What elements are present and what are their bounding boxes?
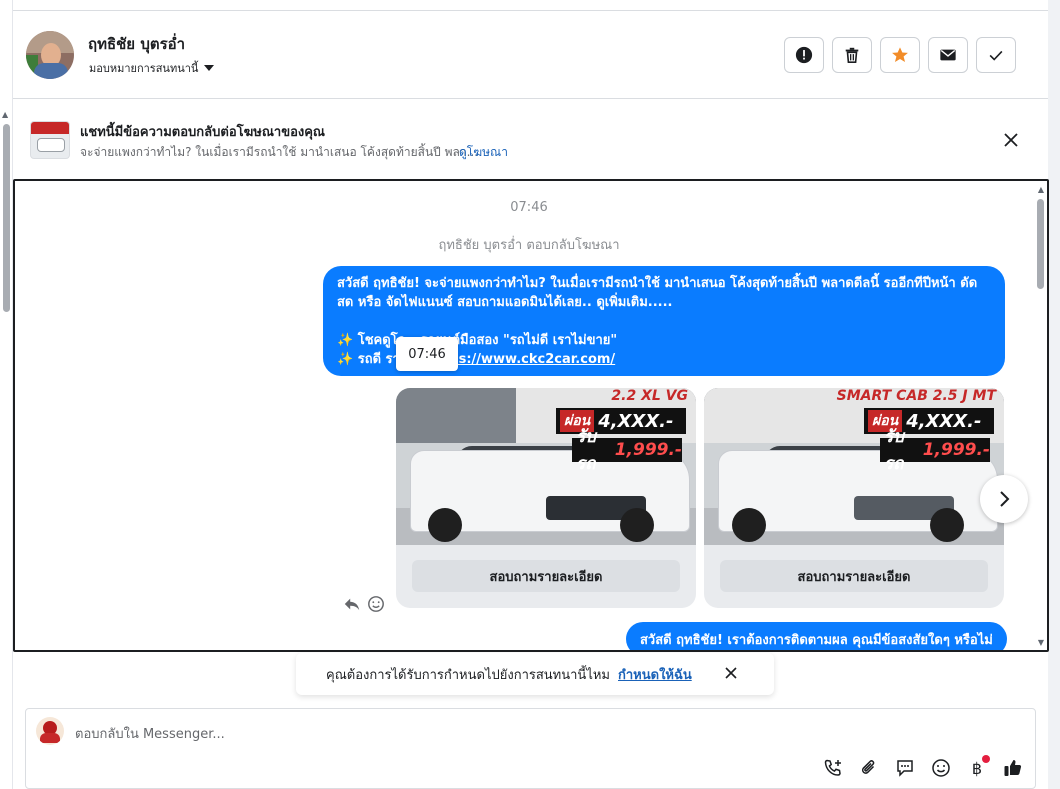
emoji-button[interactable] (930, 757, 952, 779)
emoji-icon (932, 759, 950, 777)
ad-banner-subtitle: จะจ่ายแพงกว่าทำไม? ในเมื่อเรามีรถนำใช้ ม… (80, 145, 479, 159)
right-panel-edge (1048, 0, 1060, 789)
close-icon[interactable] (1003, 132, 1019, 148)
delete-button[interactable] (832, 37, 872, 73)
contact-avatar[interactable] (26, 31, 74, 79)
outgoing-message-bubble[interactable]: สวัสดี ฤทธิชัย! เราต้องการติดตามผล คุณมี… (626, 622, 1007, 650)
saved-replies-button[interactable] (894, 757, 916, 779)
call-button[interactable] (822, 757, 844, 779)
paperclip-icon (861, 760, 875, 774)
card-model-label: SMART CAB 2.5 J MT (836, 388, 996, 404)
ad-reply-note: ฤทธิชัย บุตรอ่ำ ตอบกลับโฆษณา (438, 238, 620, 253)
ad-reply-banner: แชทนี้มีข้อความตอบกลับต่อโฆษณาของคุณ จะจ… (13, 100, 1048, 178)
payment-button[interactable]: ฿ (966, 755, 990, 779)
card-image: 2.2 XL VG ผ่อน 4,XXX.- รับรถ 1,999.- (396, 388, 696, 545)
star-button[interactable] (880, 37, 920, 73)
saved-reply-icon (897, 760, 913, 777)
down-payment-value: 1,999.- (922, 440, 990, 460)
down-payment-label: รับรถ (576, 427, 596, 474)
composer-toolbar: ฿ (822, 755, 1024, 779)
check-icon (989, 50, 1003, 61)
card-inquire-button[interactable]: สอบถามรายละเอียด (412, 560, 680, 592)
emoji-reaction-icon[interactable] (367, 595, 385, 613)
message-actions (343, 595, 385, 613)
timestamp-tooltip: 07:46 (396, 337, 458, 371)
phone-add-icon (824, 759, 841, 776)
mark-done-button[interactable] (976, 37, 1016, 73)
carousel-next-button[interactable] (980, 475, 1028, 523)
mail-icon (940, 49, 956, 61)
mark-unread-button[interactable] (928, 37, 968, 73)
message-timestamp: 07:46 (510, 200, 548, 215)
down-payment-tag: รับรถ 1,999.- (572, 427, 682, 474)
card-image: SMART CAB 2.5 J MT ผ่อน 4,XXX.- รับรถ 1,99… (704, 388, 1004, 545)
notification-dot (982, 755, 990, 763)
scrollbar-thumb[interactable] (3, 124, 10, 312)
view-ad-link[interactable]: ดูโฆษณา (459, 143, 508, 162)
like-button[interactable] (1002, 757, 1024, 779)
ad-thumbnail[interactable] (30, 121, 70, 159)
contact-name[interactable]: ฤทธิชัย บุตรอ่ำ (88, 32, 185, 56)
assign-to-me-link[interactable]: กำหนดให้ฉัน (618, 664, 692, 685)
left-scrollbar[interactable]: ▲ (0, 0, 13, 789)
scroll-up-arrow-icon[interactable]: ▲ (2, 111, 8, 119)
carousel-card[interactable]: SMART CAB 2.5 J MT ผ่อน 4,XXX.- รับรถ 1,99… (704, 388, 1004, 608)
down-payment-label: รับรถ (884, 427, 904, 474)
reply-icon[interactable] (343, 595, 361, 613)
card-inquire-button[interactable]: สอบถามรายละเอียด (720, 560, 988, 592)
reply-input[interactable]: ตอบกลับใน Messenger... (75, 723, 225, 744)
caret-down-icon (204, 65, 215, 71)
trash-icon (845, 47, 859, 64)
thumbs-up-icon (1004, 760, 1022, 776)
scroll-down-arrow-icon[interactable]: ▼ (1038, 638, 1044, 647)
scroll-up-arrow-icon[interactable]: ▲ (1038, 185, 1044, 194)
report-icon (795, 46, 813, 64)
product-carousel: 2.2 XL VG ผ่อน 4,XXX.- รับรถ 1,999.- สอบถา… (396, 388, 1004, 608)
down-payment-tag: รับรถ 1,999.- (880, 427, 990, 474)
assign-prompt-text: คุณต้องการได้รับการกำหนดไปยังการสนทนานี้… (326, 667, 610, 683)
attach-button[interactable] (858, 757, 880, 779)
header-actions (784, 37, 1016, 73)
conversation-header: ฤทธิชัย บุตรอ่ำ มอบหมายการสนทนานี้ (13, 11, 1048, 99)
down-payment-value: 1,999.- (614, 440, 682, 460)
page-avatar (36, 717, 64, 745)
card-model-label: 2.2 XL VG (611, 388, 688, 404)
assign-label: มอบหมายการสนทนานี้ (89, 62, 199, 75)
message-composer[interactable]: ตอบกลับใน Messenger... ฿ (25, 708, 1036, 789)
inbox-page: ▲ ฤทธิชัย บุตรอ่ำ มอบหมายการสนทนานี้ แชท… (0, 0, 1060, 789)
message-text: สวัสดี ฤทธิชัย! จะจ่ายแพงกว่าทำไม? ในเมื… (337, 276, 978, 291)
ad-banner-title: แชทนี้มีข้อความตอบกลับต่อโฆษณาของคุณ (80, 125, 325, 140)
close-icon[interactable] (724, 666, 738, 680)
chevron-right-icon (1000, 491, 1010, 507)
baht-icon: ฿ (971, 758, 983, 778)
assign-conversation-dropdown[interactable]: มอบหมายการสนทนานี้ (89, 59, 215, 77)
message-thread[interactable]: ▲ ▼ 07:46 ฤทธิชัย บุตรอ่ำ ตอบกลับโฆษณา ส… (13, 179, 1049, 652)
star-icon (892, 47, 908, 63)
assign-prompt: คุณต้องการได้รับการกำหนดไปยังการสนทนานี้… (296, 653, 774, 695)
message-text: สด หรือ จัดไฟแนนซ์ สอบถามแอดมินได้เลย.. … (337, 295, 673, 310)
carousel-card[interactable]: 2.2 XL VG ผ่อน 4,XXX.- รับรถ 1,999.- สอบถา… (396, 388, 696, 608)
report-spam-button[interactable] (784, 37, 824, 73)
